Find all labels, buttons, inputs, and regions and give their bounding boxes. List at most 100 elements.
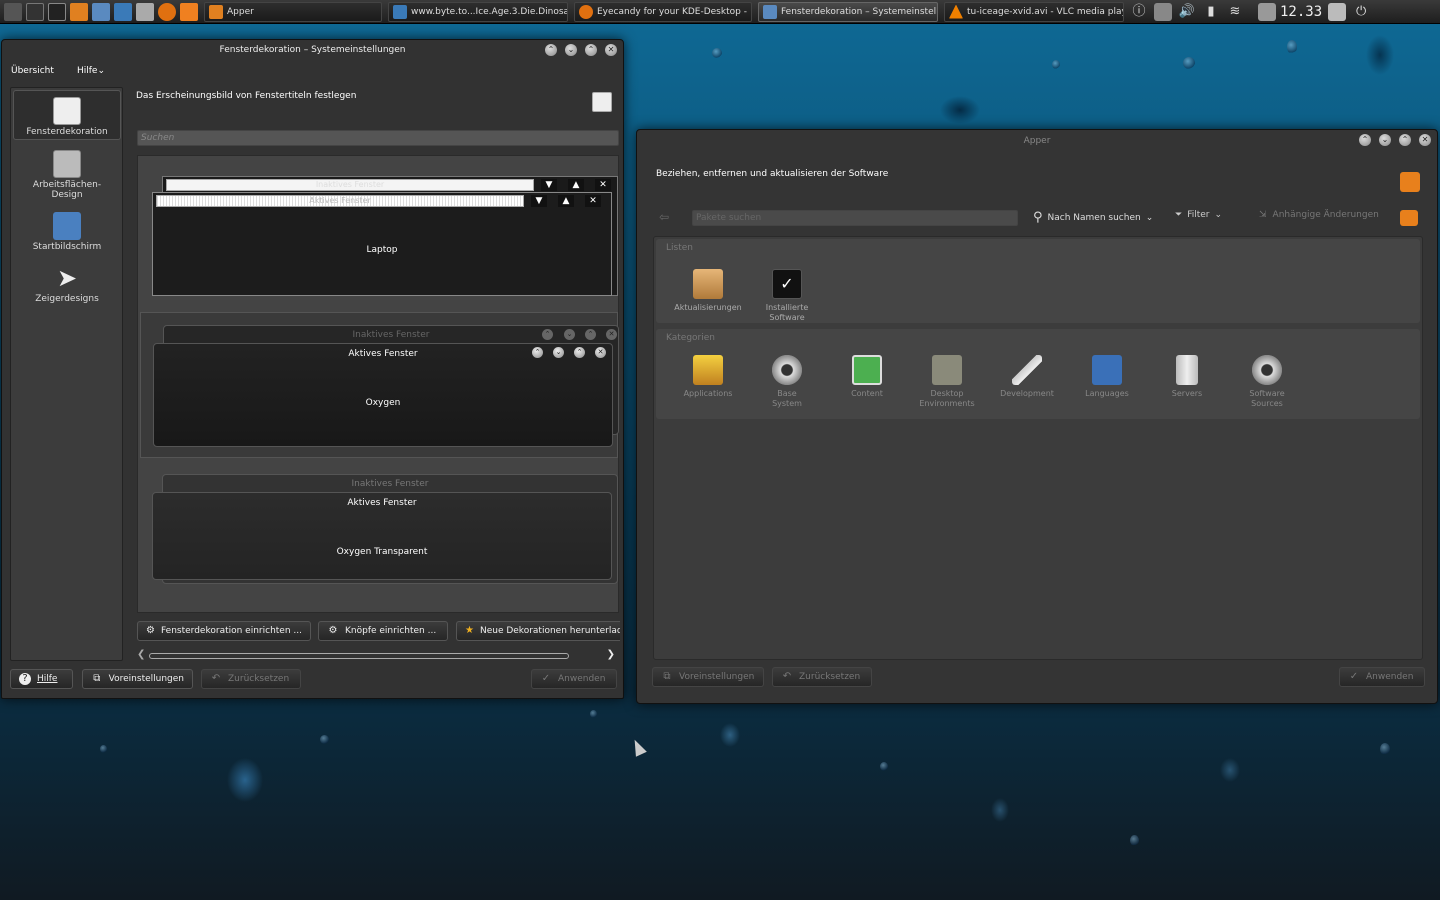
trash-icon[interactable] — [136, 2, 154, 21]
task-firefox[interactable]: Eyecandy for your KDE-Desktop - — [574, 1, 752, 22]
wifi-icon[interactable]: ≋ — [1226, 3, 1244, 21]
defaults-button[interactable]: ⧉ Voreinstellungen — [652, 667, 764, 687]
sidebar-item-splash-screen[interactable]: Startbildschirm — [13, 206, 121, 254]
minimize-button[interactable]: ⌄ — [565, 44, 577, 56]
menu-overview[interactable]: Übersicht — [11, 66, 54, 76]
decoration-item-oxygen[interactable]: Inaktives Fenster ⌃ ⌄ ⌃ ✕ Aktives Fenste… — [140, 312, 619, 458]
configure-buttons-button[interactable]: ⚙ Knöpfe einrichten ... — [318, 621, 448, 641]
lists-label: Listen — [666, 243, 693, 253]
list-installed-software[interactable]: ✓ Installierte Software — [747, 269, 827, 323]
back-arrow-icon[interactable]: ⇦ — [659, 210, 669, 224]
search-input[interactable]: Suchen — [137, 130, 619, 146]
system-settings-window: Fensterdekoration – Systemeinstellungen … — [1, 39, 624, 699]
close-button[interactable]: ✕ — [1419, 134, 1431, 146]
reset-button[interactable]: ↶ Zurücksetzen — [201, 669, 301, 689]
maximize-button[interactable]: ⌃ — [1399, 134, 1411, 146]
firefox-launcher-icon[interactable] — [158, 2, 176, 21]
scroll-thumb[interactable] — [149, 653, 569, 659]
keep-above-button[interactable]: ⌃ — [545, 44, 557, 56]
maximize-glyph: ▲ — [568, 179, 584, 191]
water-drop — [712, 48, 722, 58]
gear-icon — [772, 355, 802, 385]
sidebar-item-cursor-themes[interactable]: ➤ Zeigerdesigns — [13, 258, 121, 306]
water-drop — [1380, 743, 1390, 755]
reset-button[interactable]: ↶ Zurücksetzen — [772, 667, 872, 687]
image-icon — [393, 4, 407, 19]
desktop-pager-icon[interactable] — [26, 2, 44, 21]
sidebar-item-desktop-theme[interactable]: Arbeitsflächen-Design — [13, 144, 121, 200]
clock[interactable]: 12.33 — [1280, 4, 1322, 20]
weather-icon[interactable] — [1258, 2, 1276, 21]
task-vlc[interactable]: tu-iceage-xvid.avi - VLC media play — [944, 1, 1124, 22]
info-icon[interactable]: ⓘ — [1130, 3, 1148, 21]
apper-window: Apper ⌃ ⌄ ⌃ ✕ Beziehen, entfernen und ak… — [636, 129, 1438, 704]
categories-section: Kategorien Applications Base System Cont… — [656, 329, 1420, 419]
kde-menu-icon[interactable] — [4, 2, 22, 21]
active-preview: Aktives Fenster ⌃ ⌄ ⌃ ✕ Oxygen — [153, 343, 613, 447]
terminal-icon[interactable] — [48, 2, 66, 21]
volume-icon[interactable]: 🔊 — [1178, 3, 1196, 21]
category-content[interactable]: Content — [827, 355, 907, 399]
water-drop — [320, 735, 329, 744]
close-glyph: ✕ — [585, 195, 601, 207]
image-viewer-icon[interactable] — [114, 2, 132, 21]
decoration-item-laptop[interactable]: Inaktives Fenster ▼ ▲ ✕ Aktives Fenster … — [140, 158, 618, 306]
category-applications[interactable]: Applications — [668, 355, 748, 399]
device-notifier-icon[interactable] — [1154, 2, 1172, 21]
download-decorations-button[interactable]: ★ Neue Dekorationen herunterladen — [456, 621, 620, 641]
apply-button[interactable]: ✓ Anwenden — [531, 669, 617, 689]
list-updates[interactable]: Aktualisierungen — [668, 269, 748, 313]
battery-icon[interactable]: ▮ — [1202, 3, 1220, 21]
pending-changes-button[interactable]: ⇲ Anhängige Änderungen — [1259, 210, 1379, 220]
keep-above-glyph: ⌃ — [542, 329, 553, 340]
close-button[interactable]: ✕ — [605, 44, 617, 56]
category-base-system[interactable]: Base System — [747, 355, 827, 409]
defaults-icon: ⧉ — [663, 671, 671, 682]
active-title: Aktives Fenster — [348, 349, 418, 359]
horizontal-scrollbar[interactable]: ❮ ❯ — [137, 649, 619, 663]
task-apper[interactable]: Apper — [204, 1, 382, 22]
category-languages[interactable]: Languages — [1067, 355, 1147, 399]
scroll-right-arrow[interactable]: ❯ — [607, 649, 615, 660]
scroll-left-arrow[interactable]: ❮ — [137, 649, 145, 660]
category-development[interactable]: Development — [987, 355, 1067, 399]
apper-launcher-icon[interactable] — [70, 2, 88, 21]
apply-button[interactable]: ✓ Anwenden — [1339, 667, 1425, 687]
search-icon: ⚲ — [1033, 210, 1043, 225]
page-heading: Das Erscheinungsbild von Fenstertiteln f… — [136, 91, 357, 101]
category-software-sources[interactable]: Software Sources — [1227, 355, 1307, 409]
help-button[interactable]: ? Hilfe — [10, 669, 73, 689]
window-buttons: ⌃ ⌄ ⌃ ✕ — [1359, 134, 1431, 146]
defaults-button[interactable]: ⧉ Voreinstellungen — [82, 669, 193, 689]
lock-icon[interactable] — [1328, 2, 1347, 21]
shutdown-icon[interactable]: ⏻ — [1352, 3, 1370, 21]
task-image-viewer[interactable]: www.byte.to...Ice.Age.3.Die.Dinosau — [388, 1, 568, 22]
maximize-button[interactable]: ⌃ — [585, 44, 597, 56]
chevron-down-icon: ⌄ — [97, 66, 106, 76]
apper-logo-icon — [1400, 172, 1420, 192]
filter-dropdown[interactable]: ⏷ Filter ⌄ — [1175, 210, 1222, 220]
trowel-icon — [1012, 355, 1042, 385]
water-drop — [1287, 40, 1297, 54]
configure-decoration-button[interactable]: ⚙ Fensterdekoration einrichten ... — [137, 621, 311, 641]
decoration-list[interactable]: Inaktives Fenster ▼ ▲ ✕ Aktives Fenster … — [137, 155, 619, 613]
lists-section: Listen Aktualisierungen ✓ Installierte S… — [656, 239, 1420, 323]
minimize-button[interactable]: ⌄ — [1379, 134, 1391, 146]
pending-icon: ⇲ — [1259, 210, 1267, 220]
sidebar-item-window-decoration[interactable]: Fensterdekoration — [13, 90, 121, 140]
category-servers[interactable]: Servers — [1147, 355, 1227, 399]
water-drop — [590, 710, 597, 718]
keep-above-button[interactable]: ⌃ — [1359, 134, 1371, 146]
search-mode-dropdown[interactable]: ⚲ Nach Namen suchen ⌄ — [1033, 210, 1153, 225]
settings-icon[interactable] — [1400, 210, 1418, 226]
task-system-settings[interactable]: Fensterdekoration – Systemeinstell — [758, 1, 938, 22]
decoration-item-oxygen-transparent[interactable]: Inaktives Fenster Aktives Fenster Oxygen… — [140, 462, 618, 610]
category-desktop-environments[interactable]: Desktop Environments — [907, 355, 987, 409]
decoration-name: Oxygen — [365, 398, 401, 408]
inactive-titlebar: Inaktives Fenster — [166, 179, 534, 191]
minimize-glyph: ▼ — [541, 179, 557, 191]
package-search-input[interactable]: Pakete suchen — [692, 210, 1018, 226]
tools-launcher-icon[interactable] — [92, 2, 110, 21]
menu-help[interactable]: Hilfe⌄ — [77, 66, 105, 76]
sun-icon[interactable] — [180, 2, 198, 21]
